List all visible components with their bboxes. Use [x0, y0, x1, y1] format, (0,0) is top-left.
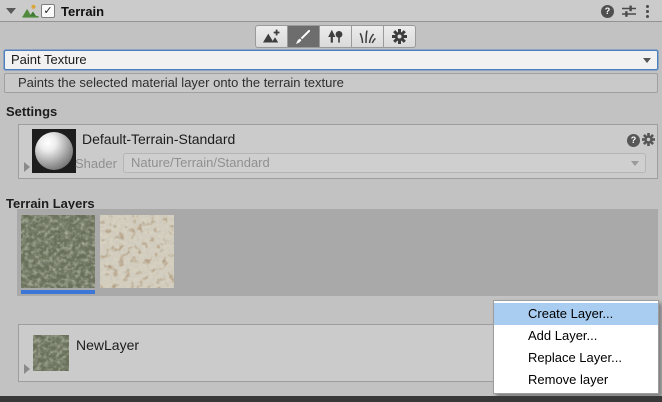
shader-dropdown-value: Nature/Terrain/Standard: [131, 155, 270, 170]
new-layer-name: NewLayer: [76, 337, 139, 353]
material-foldout-icon[interactable]: [24, 162, 30, 172]
header-help-icon[interactable]: ?: [601, 5, 614, 18]
settings-section-label: Settings: [6, 104, 57, 119]
menu-item-remove-layer[interactable]: Remove layer: [494, 369, 658, 391]
shader-label: Shader: [75, 156, 117, 171]
terrain-layers-palette: [17, 209, 658, 296]
shader-dropdown: Nature/Terrain/Standard: [123, 153, 646, 173]
material-gear-icon[interactable]: [642, 133, 655, 151]
more-menu-icon[interactable]: [646, 5, 649, 20]
menu-item-add-layer[interactable]: Add Layer...: [494, 325, 658, 347]
material-sphere-thumbnail: [35, 132, 73, 170]
terrain-layer-thumbnail-rock[interactable]: [100, 215, 174, 288]
component-enabled-checkbox[interactable]: ✓: [41, 4, 55, 18]
terrain-settings-button[interactable]: [383, 25, 416, 48]
chevron-down-icon: [631, 161, 639, 166]
component-header: ✓ Terrain ?: [0, 0, 662, 22]
menu-item-create-layer[interactable]: Create Layer...: [494, 303, 658, 325]
paint-tool-dropdown[interactable]: Paint Texture: [4, 50, 658, 70]
next-window-edge: [0, 396, 662, 402]
trees-icon: [327, 29, 344, 44]
new-layer-foldout-icon[interactable]: [24, 364, 30, 374]
mountain-add-icon: [262, 29, 281, 44]
paint-terrain-button[interactable]: [287, 25, 320, 48]
create-neighbor-terrains-button[interactable]: [255, 25, 288, 48]
presets-icon[interactable]: [622, 5, 636, 23]
new-layer-thumbnail[interactable]: [33, 335, 69, 371]
material-box: Default-Terrain-Standard Shader Nature/T…: [18, 124, 658, 179]
paint-details-button[interactable]: [351, 25, 384, 48]
layer-context-menu: Create Layer... Add Layer... Replace Lay…: [493, 300, 659, 394]
paint-brush-icon: [295, 29, 312, 45]
menu-item-replace-layer[interactable]: Replace Layer...: [494, 347, 658, 369]
terrain-inspector: ✓ Terrain ?: [0, 0, 662, 402]
material-preview[interactable]: [32, 129, 76, 173]
terrain-layer-thumbnail-green[interactable]: [21, 215, 95, 288]
foldout-open-icon[interactable]: [6, 8, 16, 14]
gear-icon: [392, 29, 407, 44]
paint-trees-button[interactable]: [319, 25, 352, 48]
selected-layer-indicator: [21, 290, 95, 294]
terrain-component-icon: [22, 4, 39, 23]
grass-icon: [359, 29, 376, 44]
material-help-icon[interactable]: ?: [627, 134, 640, 147]
chevron-down-icon: [643, 58, 651, 63]
tool-help-box: Paints the selected material layer onto …: [4, 73, 658, 93]
terrain-tool-toolbar: [255, 25, 416, 48]
material-name: Default-Terrain-Standard: [82, 131, 235, 147]
tool-help-text: Paints the selected material layer onto …: [18, 75, 344, 90]
component-title: Terrain: [61, 4, 104, 19]
paint-tool-dropdown-value: Paint Texture: [11, 52, 87, 67]
